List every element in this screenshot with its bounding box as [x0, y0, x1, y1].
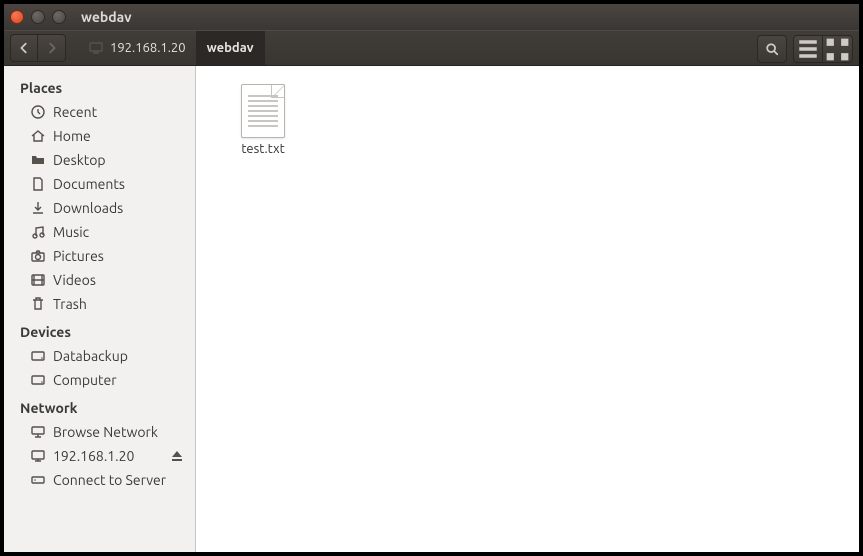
- breadcrumb-host-label: 192.168.1.20: [110, 41, 186, 55]
- sidebar: Places Recent Home Desktop Documents Dow…: [4, 66, 196, 552]
- server-icon: [30, 448, 46, 464]
- sidebar-item-browse-network[interactable]: Browse Network: [4, 420, 195, 444]
- home-icon: [30, 128, 46, 144]
- sidebar-item-label: Downloads: [53, 200, 123, 216]
- file-name: test.txt: [241, 142, 284, 156]
- sidebar-item-label: 192.168.1.20: [53, 448, 134, 464]
- connect-icon: [30, 472, 46, 488]
- search-button[interactable]: [757, 35, 787, 63]
- eject-icon[interactable]: [169, 448, 185, 464]
- titlebar: webdav: [4, 4, 859, 30]
- chevron-left-icon: [17, 41, 31, 55]
- window-title: webdav: [81, 9, 132, 25]
- sidebar-item-label: Databackup: [53, 348, 128, 364]
- file-item[interactable]: test.txt: [218, 84, 308, 156]
- content-pane[interactable]: test.txt: [196, 66, 859, 552]
- sidebar-item-label: Pictures: [53, 248, 104, 264]
- text-file-icon: [241, 84, 285, 138]
- sidebar-item-label: Desktop: [53, 152, 106, 168]
- list-icon: [794, 35, 822, 63]
- download-icon: [30, 200, 46, 216]
- sidebar-item-label: Trash: [53, 296, 87, 312]
- sidebar-item-computer[interactable]: Computer: [4, 368, 195, 392]
- search-icon: [765, 42, 779, 56]
- network-icon: [30, 424, 46, 440]
- music-icon: [30, 224, 46, 240]
- list-view-button[interactable]: [793, 35, 823, 63]
- sidebar-header-places: Places: [4, 72, 195, 100]
- trash-icon: [30, 296, 46, 312]
- window-minimize-button[interactable]: [31, 10, 45, 24]
- sidebar-item-recent[interactable]: Recent: [4, 100, 195, 124]
- video-icon: [30, 272, 46, 288]
- grid-icon: [823, 35, 852, 64]
- drive-icon: [30, 372, 46, 388]
- sidebar-item-databackup[interactable]: Databackup: [4, 344, 195, 368]
- sidebar-header-network: Network: [4, 392, 195, 420]
- grid-view-button[interactable]: [823, 35, 853, 63]
- sidebar-item-videos[interactable]: Videos: [4, 268, 195, 292]
- document-icon: [30, 176, 46, 192]
- clock-icon: [30, 104, 46, 120]
- sidebar-item-desktop[interactable]: Desktop: [4, 148, 195, 172]
- sidebar-item-label: Computer: [53, 372, 117, 388]
- sidebar-item-music[interactable]: Music: [4, 220, 195, 244]
- server-icon: [88, 40, 104, 56]
- nav-buttons: [10, 31, 66, 65]
- chevron-right-icon: [45, 41, 59, 55]
- sidebar-item-connect-server[interactable]: Connect to Server: [4, 468, 195, 492]
- forward-button[interactable]: [38, 34, 66, 62]
- sidebar-item-label: Recent: [53, 104, 97, 120]
- sidebar-item-label: Documents: [53, 176, 125, 192]
- sidebar-item-network-host[interactable]: 192.168.1.20: [4, 444, 195, 468]
- sidebar-item-label: Home: [53, 128, 91, 144]
- sidebar-item-documents[interactable]: Documents: [4, 172, 195, 196]
- folder-icon: [30, 152, 46, 168]
- sidebar-item-label: Browse Network: [53, 424, 158, 440]
- back-button[interactable]: [10, 34, 38, 62]
- toolbar: 192.168.1.20 webdav: [4, 30, 859, 66]
- sidebar-item-downloads[interactable]: Downloads: [4, 196, 195, 220]
- sidebar-item-label: Connect to Server: [53, 472, 166, 488]
- sidebar-item-label: Music: [53, 224, 89, 240]
- breadcrumb-host[interactable]: 192.168.1.20: [78, 31, 197, 65]
- view-controls: [793, 31, 853, 65]
- sidebar-item-label: Videos: [53, 272, 96, 288]
- window-close-button[interactable]: [10, 10, 24, 24]
- breadcrumb: 192.168.1.20 webdav: [78, 31, 265, 65]
- window-maximize-button[interactable]: [52, 10, 66, 24]
- sidebar-item-trash[interactable]: Trash: [4, 292, 195, 316]
- nautilus-window: webdav 192.168.1.20 webdav: [0, 0, 863, 556]
- breadcrumb-current[interactable]: webdav: [197, 31, 265, 65]
- drive-icon: [30, 348, 46, 364]
- sidebar-header-devices: Devices: [4, 316, 195, 344]
- breadcrumb-current-label: webdav: [207, 41, 254, 55]
- sidebar-item-pictures[interactable]: Pictures: [4, 244, 195, 268]
- camera-icon: [30, 248, 46, 264]
- body: Places Recent Home Desktop Documents Dow…: [4, 66, 859, 552]
- sidebar-item-home[interactable]: Home: [4, 124, 195, 148]
